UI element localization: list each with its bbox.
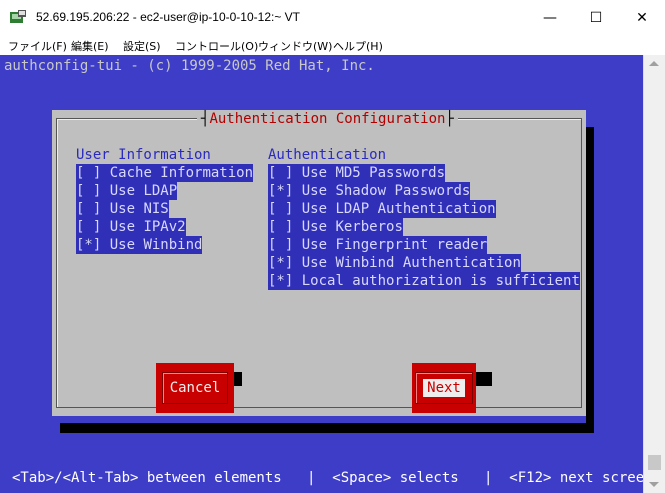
- menu-edit[interactable]: 編集(E): [71, 38, 109, 54]
- checkbox-mark: [ ]: [76, 201, 102, 217]
- next-button-label: Next: [423, 379, 465, 397]
- dialog-title-text: Authentication Configuration: [209, 111, 446, 127]
- option-use-ldap-authentication[interactable]: [ ] Use LDAP Authentication: [268, 200, 496, 218]
- checkbox-mark: [ ]: [268, 201, 294, 217]
- cancel-button-shadow-right: [234, 378, 242, 386]
- option-use-kerberos[interactable]: [ ] Use Kerberos: [268, 218, 403, 236]
- window-title: 52.69.195.206:22 - ec2-user@ip-10-0-10-1…: [36, 10, 301, 24]
- cancel-button-label: Cancel: [169, 380, 221, 396]
- menu-bar: ファイル(F) 編集(E) 設定(S) コントロール(O) ウィンドウ(W) ヘ…: [0, 35, 665, 55]
- option-label: Use Winbind Authentication: [301, 255, 521, 271]
- cancel-button-frame: Cancel: [162, 372, 228, 404]
- checkbox-mark: [ ]: [76, 183, 102, 199]
- option-use-md5-passwords[interactable]: [ ] Use MD5 Passwords: [268, 164, 446, 182]
- maximize-button[interactable]: ☐: [573, 0, 619, 35]
- scroll-thumb[interactable]: [648, 455, 661, 470]
- option-use-fingerprint-reader[interactable]: [ ] Use Fingerprint reader: [268, 236, 488, 254]
- option-label: Use LDAP Authentication: [301, 201, 496, 217]
- menu-help[interactable]: ヘルプ(H): [333, 38, 383, 54]
- option-label: Use Kerberos: [301, 219, 403, 235]
- scroll-up-icon[interactable]: [649, 61, 659, 66]
- terminal-app-icon[interactable]: [9, 9, 27, 25]
- close-button[interactable]: ✕: [619, 0, 665, 35]
- checkbox-mark: [ ]: [268, 219, 294, 235]
- checkbox-mark: [*]: [76, 237, 102, 253]
- option-use-winbind-authentication[interactable]: [*] Use Winbind Authentication: [268, 254, 521, 272]
- option-local-authorization-sufficient[interactable]: [*] Local authorization is sufficient: [268, 272, 580, 290]
- auth-config-dialog: ┤Authentication Configuration├ User Info…: [52, 110, 586, 416]
- menu-window[interactable]: ウィンドウ(W): [258, 38, 332, 54]
- option-use-ldap[interactable]: [ ] Use LDAP: [76, 182, 178, 200]
- option-use-nis[interactable]: [ ] Use NIS: [76, 200, 169, 218]
- dialog-title: ┤Authentication Configuration├: [197, 110, 458, 128]
- checkbox-mark: [*]: [268, 273, 294, 289]
- option-label: Use NIS: [109, 201, 169, 217]
- option-label: Local authorization is sufficient: [301, 273, 580, 289]
- vertical-scrollbar[interactable]: [643, 55, 665, 493]
- cancel-button[interactable]: Cancel: [156, 363, 234, 413]
- option-label: Use MD5 Passwords: [301, 165, 446, 181]
- menu-control[interactable]: コントロール(O): [175, 38, 258, 54]
- option-use-winbind[interactable]: [*] Use Winbind: [76, 236, 203, 254]
- option-cache-information[interactable]: [ ] Cache Information: [76, 164, 254, 182]
- option-label: Use Shadow Passwords: [301, 183, 471, 199]
- dialog-shadow-right: [586, 127, 594, 433]
- authentication-label: Authentication: [268, 147, 387, 163]
- checkbox-mark: [ ]: [76, 219, 102, 235]
- menu-settings[interactable]: 設定(S): [123, 38, 161, 54]
- option-label: Use IPAv2: [109, 219, 186, 235]
- next-button[interactable]: Next: [412, 363, 476, 413]
- next-button-frame: Next: [415, 372, 473, 404]
- minimize-button[interactable]: —: [527, 0, 573, 35]
- option-label: Use Winbind: [109, 237, 203, 253]
- checkbox-mark: [ ]: [268, 237, 294, 253]
- option-label: Cache Information: [109, 165, 254, 181]
- window-title-bar[interactable]: 52.69.195.206:22 - ec2-user@ip-10-0-10-1…: [0, 0, 665, 35]
- option-use-ipav2[interactable]: [ ] Use IPAv2: [76, 218, 186, 236]
- checkbox-mark: [ ]: [76, 165, 102, 181]
- option-use-shadow-passwords[interactable]: [*] Use Shadow Passwords: [268, 182, 471, 200]
- option-label: Use LDAP: [109, 183, 178, 199]
- scroll-down-icon[interactable]: [649, 482, 659, 487]
- checkbox-mark: [*]: [268, 183, 294, 199]
- terminal-header: authconfig-tui - (c) 1999-2005 Red Hat, …: [4, 58, 375, 74]
- user-information-label: User Information: [76, 147, 211, 163]
- terminal-screen[interactable]: authconfig-tui - (c) 1999-2005 Red Hat, …: [0, 55, 653, 493]
- option-label: Use Fingerprint reader: [301, 237, 488, 253]
- terminal-status-line: <Tab>/<Alt-Tab> between elements | <Spac…: [12, 470, 653, 486]
- checkbox-mark: [ ]: [268, 165, 294, 181]
- dialog-shadow-bottom: [60, 423, 594, 433]
- checkbox-mark: [*]: [268, 255, 294, 271]
- menu-file[interactable]: ファイル(F): [8, 38, 67, 54]
